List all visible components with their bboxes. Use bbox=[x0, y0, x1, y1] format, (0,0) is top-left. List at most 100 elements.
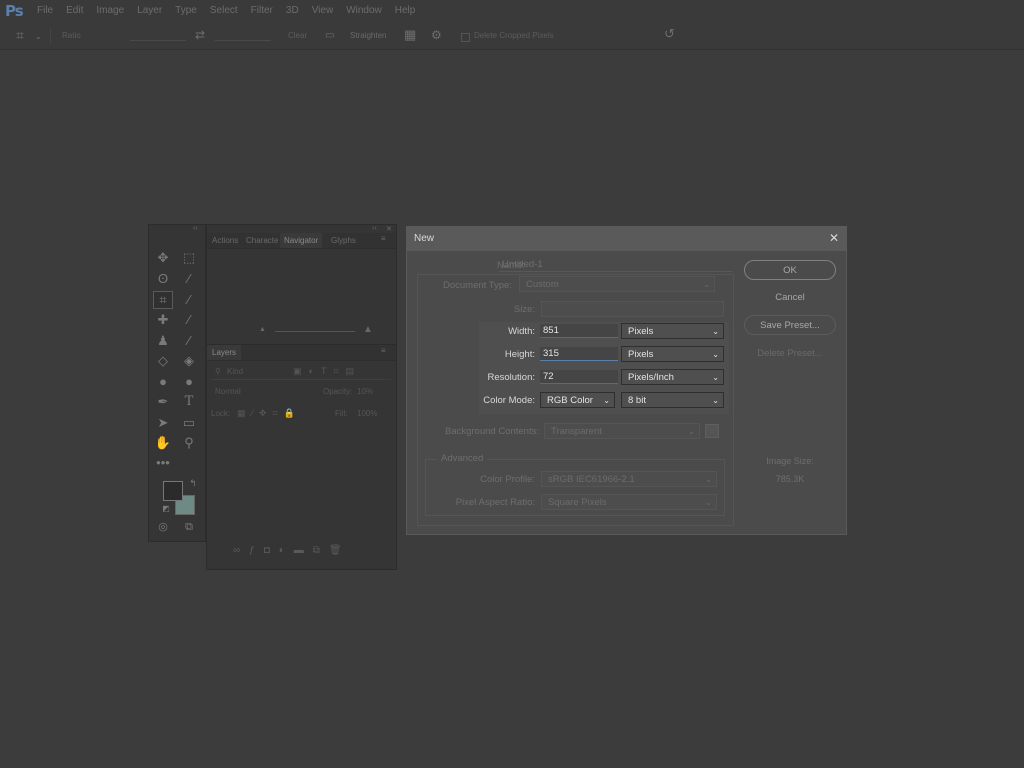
close-icon[interactable]: ✕ bbox=[829, 231, 839, 245]
menu-type[interactable]: Type bbox=[175, 5, 197, 16]
dialog-title: New bbox=[414, 233, 435, 244]
close-icon[interactable]: ✕ bbox=[386, 225, 392, 233]
history-brush-icon[interactable]: ∕ bbox=[180, 333, 198, 349]
crop-tool-icon[interactable]: ⌗ bbox=[153, 291, 173, 309]
eyedropper-icon[interactable]: ⁄ bbox=[180, 292, 198, 308]
menu-layer[interactable]: Layer bbox=[137, 5, 162, 16]
menu-file[interactable]: File bbox=[37, 5, 53, 16]
background-contents-select[interactable]: Transparent ⌄ bbox=[544, 423, 700, 439]
save-preset-button[interactable]: Save Preset... bbox=[744, 315, 836, 335]
pixel-aspect-value: Square Pixels bbox=[548, 497, 607, 508]
color-profile-label: Color Profile: bbox=[480, 474, 535, 485]
foreground-color-swatch[interactable] bbox=[163, 481, 183, 501]
opacity-value[interactable]: 10% bbox=[357, 387, 373, 396]
collapse-icon[interactable]: ‹‹ bbox=[193, 225, 198, 232]
height-unit-select[interactable]: Pixels ⌄ bbox=[621, 346, 724, 362]
chevron-down-icon[interactable]: ⌄ bbox=[35, 31, 42, 43]
zoom-slider[interactable] bbox=[275, 331, 355, 332]
dodge-icon[interactable]: ● bbox=[180, 374, 198, 390]
filter-icons[interactable]: ▣◐T⌗▤ bbox=[293, 366, 361, 377]
delete-cropped-checkbox[interactable] bbox=[461, 33, 470, 42]
resolution-unit-select[interactable]: Pixels/Inch ⌄ bbox=[621, 369, 724, 385]
tab-actions[interactable]: Actions bbox=[212, 236, 238, 245]
stamp-icon[interactable]: ♟ bbox=[154, 333, 172, 349]
default-colors-icon[interactable]: ◩ bbox=[157, 501, 175, 517]
path-select-icon[interactable]: ➤ bbox=[154, 415, 172, 431]
move-tool-icon[interactable]: ✥ bbox=[154, 250, 172, 266]
delete-preset-button[interactable]: Delete Preset... bbox=[744, 343, 836, 363]
fill-value[interactable]: 100% bbox=[357, 409, 377, 418]
menu-filter[interactable]: Filter bbox=[251, 5, 273, 16]
layer-actions[interactable]: ∞ƒ◘◐▬⧉🗑 bbox=[233, 545, 351, 556]
menu-3d[interactable]: 3D bbox=[286, 5, 299, 16]
reset-icon[interactable]: ↺ bbox=[664, 27, 675, 40]
advanced-label[interactable]: Advanced bbox=[437, 453, 488, 464]
gear-icon[interactable]: ⚙ bbox=[431, 29, 442, 41]
rectangle-icon[interactable]: ▭ bbox=[180, 415, 198, 431]
menu-window[interactable]: Window bbox=[346, 5, 382, 16]
straighten-button[interactable]: Straighten bbox=[350, 31, 386, 40]
name-input[interactable]: Untitled-1 bbox=[499, 258, 732, 272]
dialog-title-bar: New ✕ bbox=[407, 227, 846, 251]
width-unit-select[interactable]: Pixels ⌄ bbox=[621, 323, 724, 339]
height-input[interactable]: 315 bbox=[540, 347, 618, 361]
image-size-value: 785.3K bbox=[775, 474, 805, 484]
type-tool-icon[interactable]: T bbox=[180, 394, 198, 410]
menu-view[interactable]: View bbox=[312, 5, 334, 16]
more-tools-icon[interactable]: ••• bbox=[154, 455, 172, 471]
crop-tool-icon[interactable]: ⌗ bbox=[16, 28, 24, 42]
color-profile-select[interactable]: sRGB IEC61966-2.1 ⌄ bbox=[541, 471, 717, 487]
chevron-down-icon: ⌄ bbox=[705, 475, 712, 484]
lock-icons[interactable]: ▦∕✥⌗🔒 bbox=[237, 408, 301, 419]
brush-icon[interactable]: ∕ bbox=[180, 312, 198, 328]
magic-wand-icon[interactable]: ⁄ bbox=[180, 271, 198, 287]
healing-brush-icon[interactable]: ✚ bbox=[154, 312, 172, 328]
swap-colors-icon[interactable]: ↰ bbox=[184, 475, 202, 491]
pen-icon[interactable]: ✒ bbox=[154, 394, 172, 410]
clear-button[interactable]: Clear bbox=[288, 31, 307, 40]
resolution-input[interactable]: 72 bbox=[540, 370, 618, 384]
eraser-icon[interactable]: ◇ bbox=[154, 353, 172, 369]
paint-bucket-icon[interactable]: ◈ bbox=[180, 353, 198, 369]
zoom-icon[interactable]: ⚲ bbox=[180, 435, 198, 451]
panel-menu-icon[interactable]: ≡ bbox=[381, 346, 386, 355]
background-color-swatch[interactable] bbox=[705, 424, 719, 438]
hand-icon[interactable]: ✋ bbox=[154, 435, 172, 451]
straighten-icon[interactable]: ▭ bbox=[325, 30, 334, 42]
tab-navigator[interactable]: Navigator bbox=[280, 233, 323, 248]
menu-select[interactable]: Select bbox=[210, 5, 238, 16]
marquee-tool-icon[interactable]: ⬚ bbox=[180, 250, 198, 266]
panel-menu-icon[interactable]: ≡ bbox=[381, 234, 386, 243]
color-mode-select[interactable]: RGB Color ⌄ bbox=[540, 392, 615, 408]
zoom-in-icon[interactable]: ▲ bbox=[363, 324, 373, 335]
menu-help[interactable]: Help bbox=[395, 5, 416, 16]
blur-icon[interactable]: ● bbox=[154, 374, 172, 390]
lasso-tool-icon[interactable]: ʘ bbox=[154, 271, 172, 287]
document-type-select[interactable]: Custom ⌄ bbox=[519, 276, 715, 292]
ratio-width-input[interactable] bbox=[130, 40, 186, 41]
menu-image[interactable]: Image bbox=[96, 5, 124, 16]
resolution-unit-value: Pixels/Inch bbox=[628, 372, 674, 383]
quick-mask-icon[interactable]: ◎ bbox=[154, 519, 172, 535]
width-input[interactable]: 851 bbox=[540, 324, 618, 338]
screen-mode-icon[interactable]: ⧉ bbox=[180, 519, 198, 535]
ratio-height-input[interactable] bbox=[215, 40, 271, 41]
tab-layers[interactable]: Layers bbox=[207, 345, 242, 360]
grid-overlay-icon[interactable]: ▦ bbox=[404, 28, 416, 41]
collapse-icon[interactable]: ‹‹ bbox=[372, 225, 377, 232]
size-select[interactable] bbox=[541, 301, 724, 317]
tab-character[interactable]: Characte bbox=[246, 236, 278, 245]
kind-select[interactable]: Kind bbox=[227, 367, 243, 376]
cancel-button[interactable]: Cancel bbox=[744, 287, 836, 307]
ok-button[interactable]: OK bbox=[744, 260, 836, 280]
tab-glyphs[interactable]: Glyphs bbox=[331, 236, 356, 245]
ratio-select[interactable]: Ratio bbox=[62, 31, 81, 40]
size-label: Size: bbox=[513, 304, 535, 315]
swap-arrows-icon[interactable]: ⇄ bbox=[195, 29, 205, 41]
blend-mode-select[interactable]: Normal bbox=[215, 387, 241, 396]
menu-edit[interactable]: Edit bbox=[66, 5, 83, 16]
background-contents-value: Transparent bbox=[551, 426, 602, 437]
pixel-aspect-select[interactable]: Square Pixels ⌄ bbox=[541, 494, 717, 510]
zoom-out-icon[interactable]: ▲ bbox=[259, 326, 266, 333]
bit-depth-select[interactable]: 8 bit ⌄ bbox=[621, 392, 724, 408]
